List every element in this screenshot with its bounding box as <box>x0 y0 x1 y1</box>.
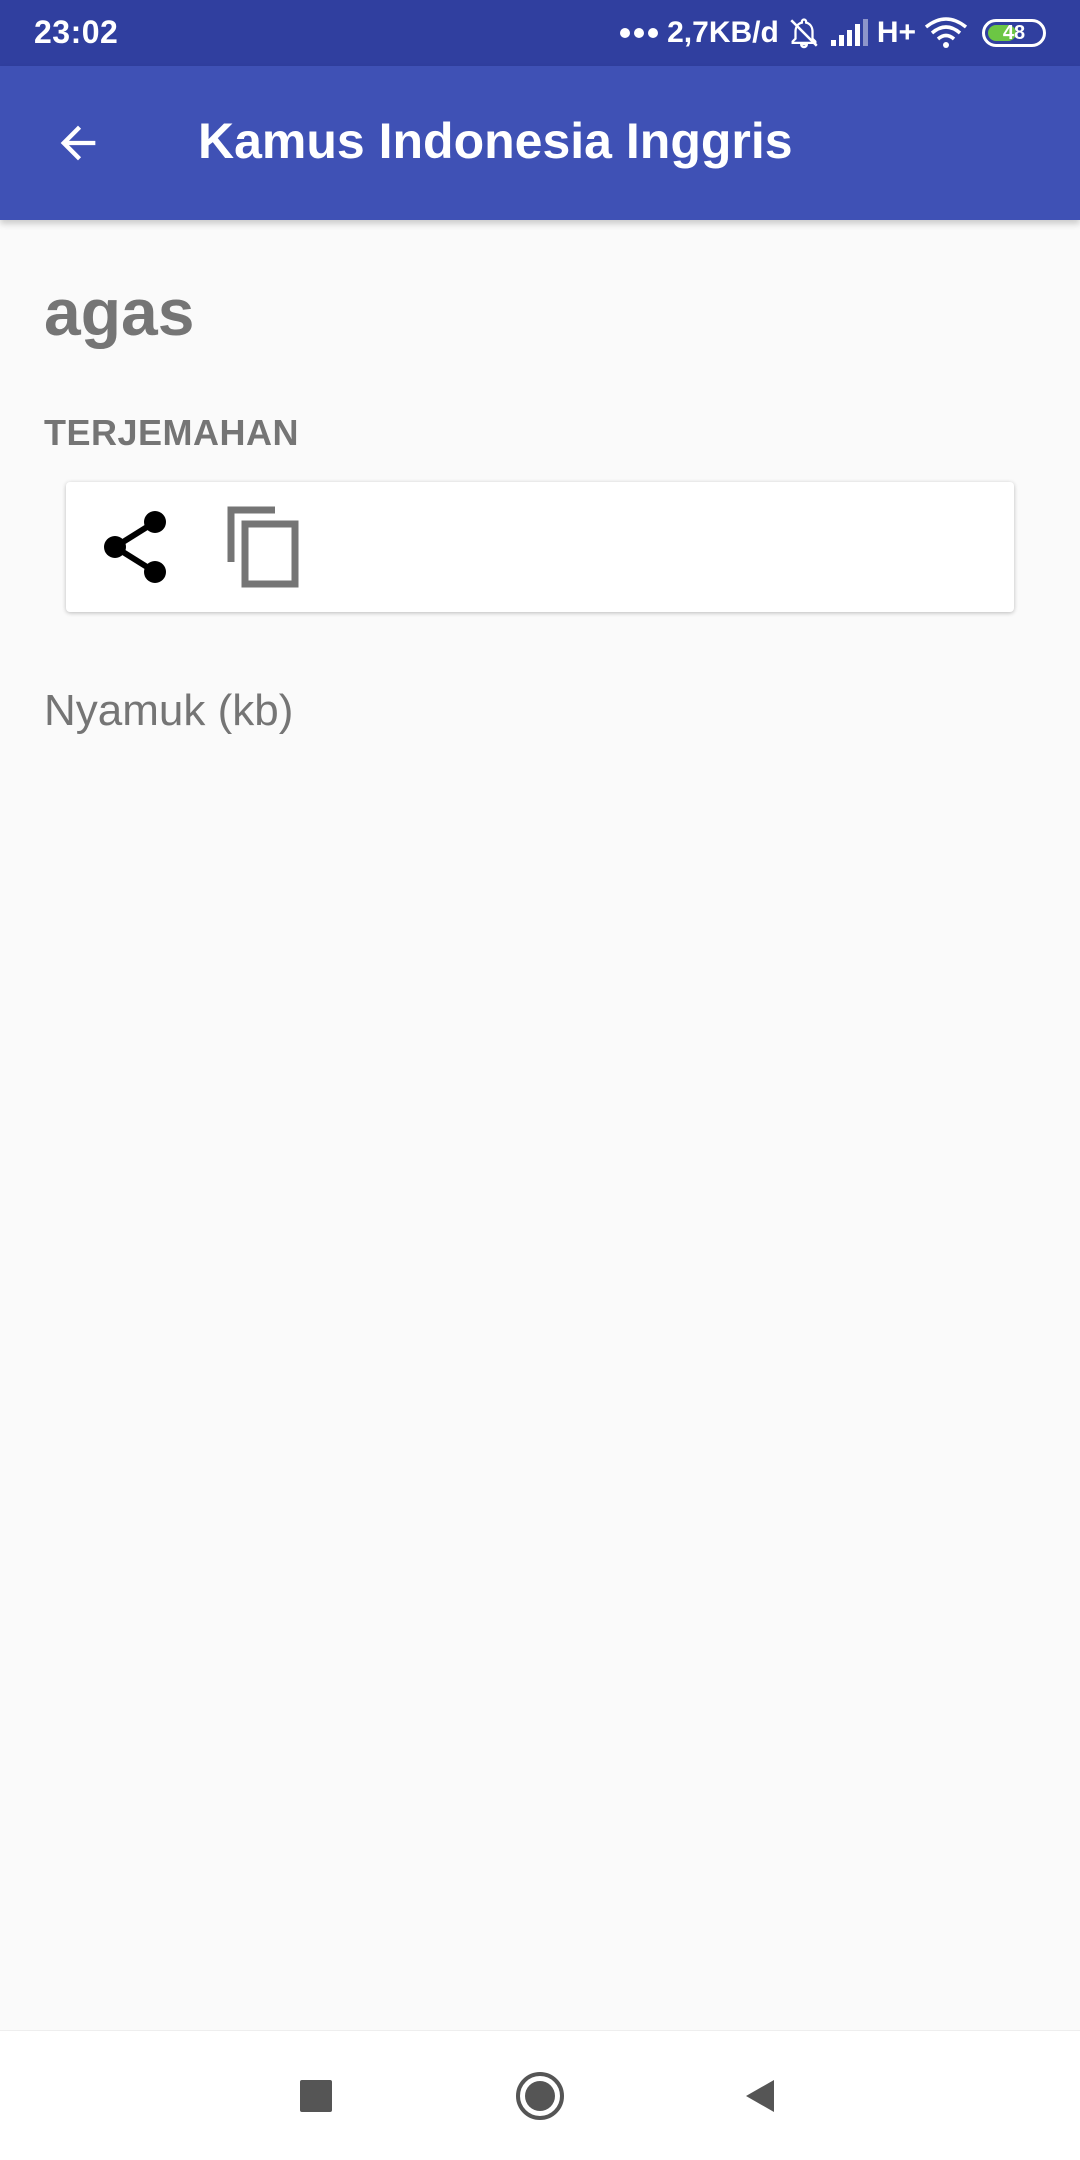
share-button[interactable] <box>92 504 178 590</box>
page-title: Kamus Indonesia Inggris <box>198 113 793 169</box>
copy-button[interactable] <box>218 500 308 594</box>
translation-text: Nyamuk (kb) <box>44 686 294 735</box>
home-circle-icon <box>516 2072 564 2120</box>
battery-icon: 48 <box>982 19 1046 47</box>
copy-icon <box>227 506 299 588</box>
arrow-back-icon <box>60 125 96 161</box>
home-button[interactable] <box>500 2056 580 2136</box>
word-title: agas <box>44 275 195 349</box>
network-speed: 2,7KB/d <box>667 16 779 49</box>
action-card <box>66 482 1014 612</box>
wifi-icon <box>924 17 968 49</box>
share-icon <box>104 511 166 583</box>
app-bar: Kamus Indonesia Inggris <box>0 66 1080 220</box>
status-icons: 2,7KB/d H+ 48 <box>619 0 1046 66</box>
status-bar: 23:02 2,7KB/d H+ 48 <box>0 0 1080 66</box>
status-time: 23:02 <box>34 14 119 50</box>
screen: 23:02 2,7KB/d H+ 48 Kamus Indonesia Ingg… <box>0 0 1080 2160</box>
recents-button[interactable] <box>276 2056 356 2136</box>
signal-icon <box>829 18 869 48</box>
battery-level: 48 <box>1002 21 1026 44</box>
back-button[interactable] <box>34 99 122 187</box>
section-label: TERJEMAHAN <box>44 412 300 453</box>
more-dots-icon <box>619 27 659 39</box>
bell-off-icon <box>787 16 821 50</box>
back-triangle-icon <box>746 2080 774 2112</box>
system-back-button[interactable] <box>720 2056 800 2136</box>
signal-type: H+ <box>876 16 916 49</box>
system-nav-bar <box>0 2030 1080 2160</box>
recents-square-icon <box>300 2080 332 2112</box>
